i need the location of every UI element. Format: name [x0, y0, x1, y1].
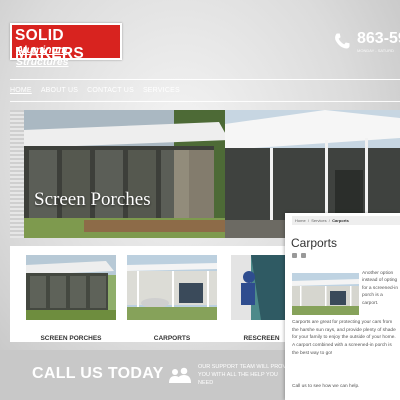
- nav-contact-us[interactable]: CONTACT US: [87, 87, 134, 94]
- hero-caption: Screen Porches: [34, 189, 151, 210]
- nav-divider: [10, 101, 400, 102]
- support-team-text: OUR SUPPORT TEAM WILL PROVID YOU WITH AL…: [198, 364, 293, 388]
- nav-home[interactable]: HOME: [10, 87, 32, 94]
- card-label: RESCREEN: [243, 335, 280, 342]
- share-icons: [292, 253, 306, 258]
- business-hours: MONDAY - SATURD: [357, 48, 394, 53]
- print-icon[interactable]: [292, 253, 297, 258]
- breadcrumb: Home / Services / Carports: [292, 216, 400, 225]
- email-icon[interactable]: [301, 253, 306, 258]
- phone-icon: [335, 33, 350, 49]
- logo-line2: Aluminum Structures: [16, 44, 69, 68]
- slider-pattern: [10, 110, 24, 238]
- card-label: CARPORTS: [153, 335, 191, 342]
- phone-number[interactable]: 863-59: [357, 30, 400, 48]
- screen-porches-thumb: [26, 255, 116, 320]
- call-us-heading[interactable]: CALL US TODAY: [32, 365, 164, 383]
- breadcrumb-services[interactable]: Services: [311, 218, 326, 223]
- services-cards: SCREEN PORCHES CARPORTS RESCREEN: [10, 246, 292, 342]
- panel-cta: Call us to see how we can help.: [292, 384, 360, 389]
- rescreen-thumb: [231, 255, 292, 320]
- support-line2: YOU WITH ALL THE HELP YOU NEED: [198, 371, 278, 386]
- site-logo[interactable]: SOLID MAKERS Aluminum Structures: [10, 23, 122, 68]
- header-divider: [10, 79, 400, 80]
- team-icon: [169, 367, 191, 383]
- carports-panel: Home / Services / Carports Carports Anot…: [285, 213, 400, 400]
- nav-services[interactable]: SERVICES: [143, 87, 180, 94]
- panel-title: Carports: [291, 236, 338, 250]
- panel-intro: Another option instead of opting for a s…: [362, 271, 398, 306]
- main-nav: HOME ABOUT US CONTACT US SERVICES: [10, 87, 189, 94]
- panel-body: Carports are great for protecting your c…: [292, 320, 396, 356]
- card-screen-porches[interactable]: SCREEN PORCHES: [26, 255, 116, 342]
- breadcrumb-home[interactable]: Home: [295, 218, 306, 223]
- nav-about-us[interactable]: ABOUT US: [41, 87, 78, 94]
- carport-image: [292, 273, 359, 315]
- support-line1: OUR SUPPORT TEAM WILL PROVID: [198, 364, 292, 370]
- card-rescreen[interactable]: RESCREEN: [231, 255, 292, 342]
- carports-thumb: [127, 255, 217, 320]
- card-label: SCREEN PORCHES: [40, 335, 102, 342]
- card-carports[interactable]: CARPORTS: [127, 255, 217, 342]
- screen-porch-photo: [24, 110, 236, 238]
- breadcrumb-current: Carports: [332, 218, 349, 223]
